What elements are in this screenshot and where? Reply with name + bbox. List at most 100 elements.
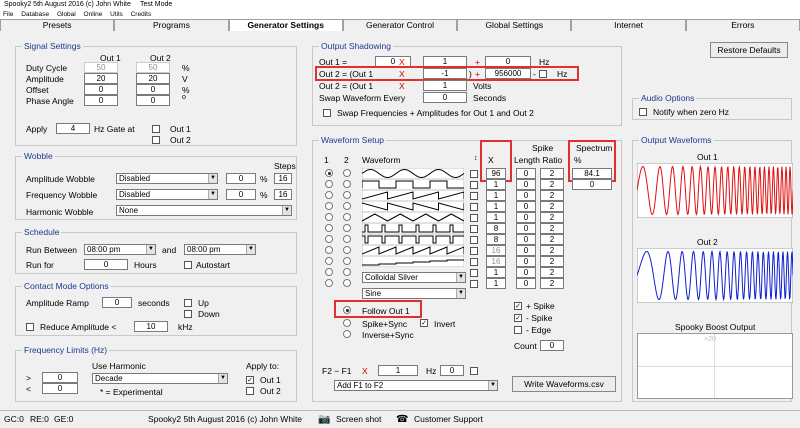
wave-enable-checkbox[interactable] [470,192,478,200]
minus-spike-checkbox[interactable]: ✓ [514,314,522,322]
menu-credits[interactable]: Credits [131,11,152,18]
menu-utils[interactable]: Utils [110,11,123,18]
screenshot-button[interactable]: Screen shot [336,411,381,428]
start-time-select[interactable]: 08:00 pm ▼ [84,244,156,255]
out2-wave-radio[interactable] [343,169,351,177]
ratio-input[interactable]: 2 [540,245,564,256]
colloidal-select[interactable]: Colloidal Silver ▼ [362,272,466,283]
f2-checkbox[interactable] [470,367,478,375]
out1-wave-radio[interactable] [325,224,333,232]
ratio-input[interactable]: 2 [540,212,564,223]
apply-gate-input[interactable]: 4 [56,123,90,134]
tab-programs[interactable]: Programs [114,19,229,31]
out2-wave-radio[interactable] [343,235,351,243]
inverse-sync-radio[interactable] [343,330,351,338]
x-input[interactable]: 1 [486,278,506,289]
plus-spike-checkbox[interactable]: ✓ [514,302,522,310]
sine-select[interactable]: Sine ▼ [362,288,466,299]
gate-out1-checkbox[interactable] [152,125,160,133]
ratio-input[interactable]: 2 [540,234,564,245]
end-time-select[interactable]: 08:00 pm ▼ [184,244,256,255]
spike-sync-radio[interactable] [343,319,351,327]
ratio-input[interactable]: 2 [540,256,564,267]
tab-generator-control[interactable]: Generator Control [342,19,458,31]
out2-wave-radio[interactable] [343,213,351,221]
wave-enable-checkbox[interactable] [470,170,478,178]
ramp-up-checkbox[interactable] [184,299,192,307]
autostart-checkbox[interactable] [184,261,192,269]
tab-presets[interactable]: Presets [0,19,115,31]
f2-multiplier-input[interactable]: 1 [378,365,418,376]
amplitude-wobble-steps-input[interactable]: 16 [274,173,292,184]
spectrum-input[interactable]: 84.1 [572,168,612,179]
out2-wave-radio[interactable] [343,202,351,210]
spectrum-input[interactable]: 0 [572,179,612,190]
spike-length-input[interactable]: 0 [516,179,536,190]
run-for-input[interactable]: 0 [84,259,128,270]
menu-global[interactable]: Global [57,11,76,18]
amplitude-ramp-input[interactable]: 0 [102,297,132,308]
out2-wave-radio[interactable] [343,279,351,287]
out2-wave-radio[interactable] [343,191,351,199]
wave-enable-checkbox[interactable] [470,280,478,288]
x-input[interactable]: 8 [486,223,506,234]
reduce-amplitude-input[interactable]: 10 [134,321,168,332]
amplitude-wobble-select[interactable]: Disabled ▼ [116,173,218,184]
wave-enable-checkbox[interactable] [470,247,478,255]
shadow-row3-b-input[interactable]: 1 [423,80,467,91]
spike-length-input[interactable]: 0 [516,201,536,212]
out2-wave-radio[interactable] [343,268,351,276]
ratio-input[interactable]: 2 [540,179,564,190]
out1-wave-radio[interactable] [325,257,333,265]
out1-wave-radio[interactable] [325,202,333,210]
x-input[interactable]: 96 [486,168,506,179]
tab-global-settings[interactable]: Global Settings [457,19,572,31]
spike-length-input[interactable]: 0 [516,223,536,234]
menu-file[interactable]: File [3,11,13,18]
spike-length-input[interactable]: 0 [516,245,536,256]
offset-out2-input[interactable]: 0 [136,84,170,95]
out2-wave-radio[interactable] [343,224,351,232]
lower-limit-input[interactable]: 0 [42,372,78,383]
offset-out1-input[interactable]: 0 [84,84,118,95]
spike-length-input[interactable]: 0 [516,267,536,278]
x-input[interactable]: 1 [486,179,506,190]
wave-enable-checkbox[interactable] [470,258,478,266]
frequency-wobble-pct-input[interactable]: 0 [226,189,256,200]
ratio-input[interactable]: 2 [540,267,564,278]
x-input[interactable]: 1 [486,190,506,201]
tab-internet[interactable]: Internet [571,19,686,31]
x-input[interactable]: 16 [486,245,506,256]
wave-enable-checkbox[interactable] [470,203,478,211]
tab-generator-settings[interactable]: Generator Settings [228,19,343,31]
out1-wave-radio[interactable] [325,169,333,177]
frequency-wobble-steps-input[interactable]: 16 [274,189,292,200]
wave-enable-checkbox[interactable] [470,269,478,277]
apply-out2-checkbox[interactable] [246,387,254,395]
add-f1-select[interactable]: Add F1 to F2 ▼ [334,380,498,391]
duty-cycle-out2-input[interactable]: 50 [136,62,170,73]
out1-wave-radio[interactable] [325,213,333,221]
customer-support-button[interactable]: Customer Support [414,411,483,428]
ratio-input[interactable]: 2 [540,278,564,289]
wave-enable-checkbox[interactable] [470,225,478,233]
x-input[interactable]: 16 [486,256,506,267]
upper-limit-input[interactable]: 0 [42,383,78,394]
ramp-down-checkbox[interactable] [184,310,192,318]
spike-length-input[interactable]: 0 [516,256,536,267]
out1-wave-radio[interactable] [325,191,333,199]
invert-checkbox[interactable]: ✓ [420,319,428,327]
x-input[interactable]: 1 [486,267,506,278]
x-input[interactable]: 1 [486,201,506,212]
out1-wave-radio[interactable] [325,180,333,188]
spike-length-input[interactable]: 0 [516,168,536,179]
tab-errors[interactable]: Errors [685,19,800,31]
harmonic-wobble-select[interactable]: None ▼ [116,205,292,216]
amplitude-out2-input[interactable]: 20 [136,73,170,84]
ratio-input[interactable]: 2 [540,201,564,212]
out2-wave-radio[interactable] [343,246,351,254]
x-input[interactable]: 8 [486,234,506,245]
wave-enable-checkbox[interactable] [470,236,478,244]
write-waveforms-button[interactable]: Write Waveforms.csv [512,376,616,392]
frequency-wobble-select[interactable]: Disabled ▼ [116,189,218,200]
